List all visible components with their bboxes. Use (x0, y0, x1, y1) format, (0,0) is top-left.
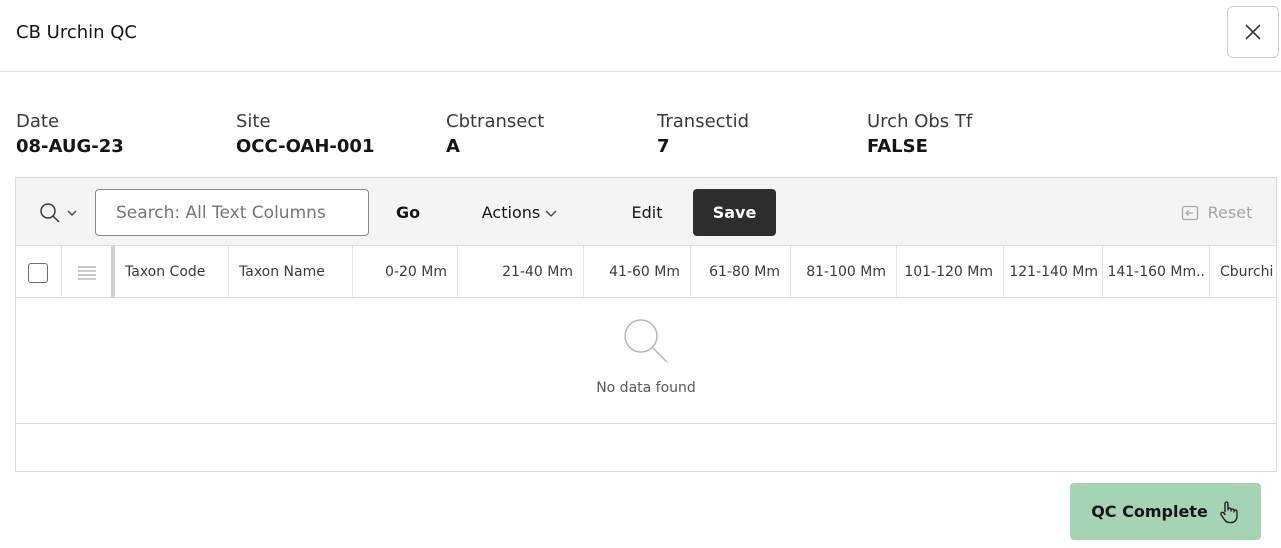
interactive-grid: Go Actions Edit Save Reset Taxon Code (15, 177, 1277, 472)
qc-complete-label: QC Complete (1091, 502, 1208, 521)
close-icon (1245, 24, 1261, 40)
column-header-label: Cburchi (1220, 264, 1274, 280)
grid-header-row: Taxon Code Taxon Name 0-20 Mm 21-40 Mm 4… (16, 246, 1276, 298)
column-header[interactable]: Taxon Name (229, 246, 353, 298)
column-header[interactable]: 121-140 Mm (1004, 246, 1103, 298)
go-button[interactable]: Go (386, 189, 430, 236)
reset-button[interactable]: Reset (1171, 189, 1261, 236)
field-label: Site (236, 111, 271, 132)
edit-button[interactable]: Edit (619, 189, 675, 236)
empty-state: No data found (16, 298, 1276, 424)
select-all-cell (16, 246, 62, 298)
column-header[interactable]: 41-60 Mm (584, 246, 691, 298)
field-date: Date 08-AUG-23 (16, 110, 124, 160)
column-header-label: 121-140 Mm (1009, 264, 1098, 280)
column-header[interactable]: 101-120 Mm (897, 246, 1004, 298)
column-header-label: 101-120 Mm (904, 264, 993, 280)
column-header[interactable]: 0-20 Mm (353, 246, 458, 298)
column-header[interactable]: Taxon Code (115, 246, 229, 298)
search-icon (624, 319, 668, 363)
column-header-label: 0-20 Mm (385, 264, 447, 280)
column-header[interactable]: 81-100 Mm (791, 246, 897, 298)
field-cbtransect: Cbtransect A (446, 110, 544, 160)
column-header-label: 41-60 Mm (609, 264, 680, 280)
search-icon (40, 203, 60, 223)
field-label: Date (16, 111, 60, 132)
column-header[interactable]: Cburchi (1210, 246, 1276, 298)
search-column-menu[interactable] (38, 200, 78, 226)
field-label: Cbtransect (446, 111, 545, 132)
chevron-down-icon (67, 210, 77, 216)
column-header-label: Taxon Name (239, 264, 325, 280)
column-header-label: Taxon Code (125, 264, 206, 280)
actions-menu-button[interactable]: Actions (472, 189, 568, 236)
save-button[interactable]: Save (693, 189, 776, 236)
dialog-title: CB Urchin QC (16, 22, 137, 43)
field-label: Urch Obs Tf (867, 111, 973, 132)
field-value: FALSE (867, 136, 928, 157)
search-input[interactable] (95, 189, 369, 236)
field-value: OCC-OAH-001 (236, 136, 375, 157)
grid-toolbar: Go Actions Edit Save Reset (16, 178, 1276, 246)
column-header-label: 61-80 Mm (709, 264, 780, 280)
field-value: A (446, 136, 460, 157)
list-icon (77, 266, 96, 280)
close-button[interactable] (1227, 6, 1279, 58)
actions-label: Actions (481, 203, 541, 222)
column-header[interactable]: 21-40 Mm (458, 246, 584, 298)
column-header-label: 141-160 Mm.. (1107, 264, 1205, 280)
column-header-label: 81-100 Mm (806, 264, 886, 280)
column-header[interactable]: 61-80 Mm (691, 246, 791, 298)
empty-state-message: No data found (596, 380, 696, 396)
hand-pointer-icon (1220, 500, 1238, 523)
row-actions-header (62, 246, 111, 298)
qc-complete-button[interactable]: QC Complete (1070, 483, 1261, 540)
field-site: Site OCC-OAH-001 (236, 110, 374, 160)
field-urch-obs-tf: Urch Obs Tf FALSE (867, 110, 972, 160)
reset-label: Reset (1207, 203, 1253, 222)
select-all-checkbox[interactable] (28, 263, 48, 283)
dialog-header: CB Urchin QC (0, 0, 1281, 72)
column-header-label: 21-40 Mm (502, 264, 573, 280)
field-label: Transectid (657, 111, 750, 132)
reset-icon (1181, 205, 1198, 220)
field-value: 7 (657, 136, 670, 157)
column-header[interactable]: 141-160 Mm.. (1103, 246, 1210, 298)
field-value: 08-AUG-23 (16, 136, 124, 157)
chevron-down-icon (545, 210, 557, 217)
field-transectid: Transectid 7 (657, 110, 749, 160)
